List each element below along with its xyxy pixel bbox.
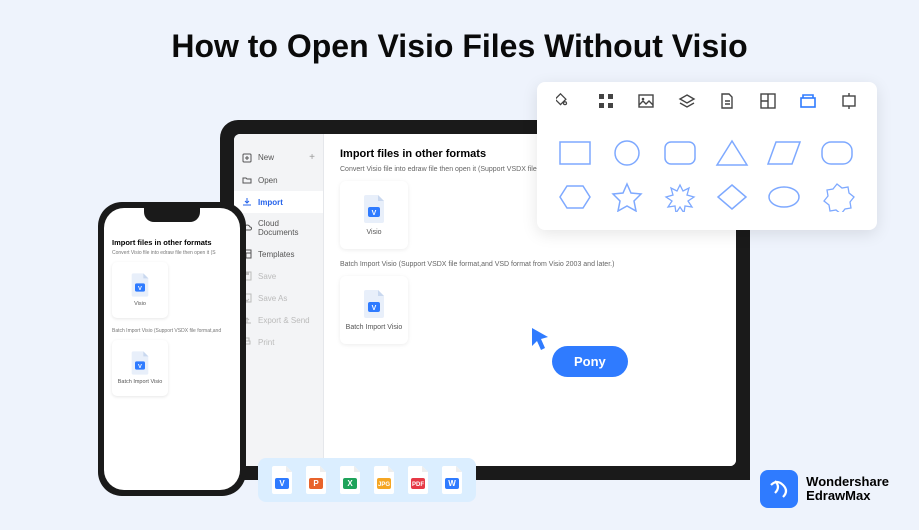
format-pdf[interactable]: PDF (406, 466, 430, 494)
batch-visio-card[interactable]: V Batch Import Visio (340, 276, 408, 344)
shape-hexagon[interactable] (557, 182, 593, 212)
sidebar-item-import[interactable]: Import (234, 191, 323, 213)
folder-icon (242, 175, 252, 185)
visio-file-icon: V (130, 273, 150, 297)
sidebar-label: Save (258, 272, 276, 281)
phone-card-label-1: Visio (134, 301, 146, 307)
phone-screen: Import files in other formats Convert Vi… (104, 208, 240, 490)
visio-card-label: Visio (366, 229, 381, 236)
sidebar-item-save-as[interactable]: Save As (234, 287, 323, 309)
shape-diamond[interactable] (714, 182, 750, 212)
phone-batch-card[interactable]: V Batch Import Visio (112, 340, 168, 396)
sidebar-label: Cloud Documents (258, 219, 315, 237)
shape-burst[interactable] (662, 182, 698, 212)
brand-text: Wondershare EdrawMax (806, 475, 889, 504)
phone-heading: Import files in other formats (112, 238, 232, 247)
sidebar-label: Save As (258, 294, 287, 303)
sidebar-item-cloud-documents[interactable]: Cloud Documents (234, 213, 323, 243)
shape-rect[interactable] (557, 138, 593, 168)
shape-star[interactable] (609, 182, 645, 212)
svg-text:PDF: PDF (412, 482, 424, 488)
page-title: How to Open Visio Files Without Visio (0, 0, 919, 65)
svg-text:P: P (313, 479, 319, 488)
sidebar-label: Import (258, 198, 283, 207)
sidebar-item-open[interactable]: Open (234, 169, 323, 191)
shape-grid (537, 124, 877, 230)
shape-roundrect2[interactable] (819, 138, 855, 168)
cursor-icon (530, 326, 552, 352)
shape-toolbar (537, 82, 877, 120)
sidebar-item-new[interactable]: New + (234, 146, 323, 169)
shape-triangle[interactable] (714, 138, 750, 168)
shape-panel (537, 82, 877, 230)
svg-text:X: X (347, 479, 353, 488)
shape-ellipse[interactable] (766, 182, 802, 212)
sidebar-item-save[interactable]: Save (234, 265, 323, 287)
format-jpg[interactable]: JPG (372, 466, 396, 494)
shape-roundrect[interactable] (662, 138, 698, 168)
shapes-icon[interactable] (799, 92, 817, 110)
visio-file-icon: V (362, 195, 386, 223)
layers-icon[interactable] (678, 92, 696, 110)
crop-icon[interactable] (840, 92, 858, 110)
plus-icon[interactable]: + (309, 152, 315, 163)
svg-text:V: V (138, 364, 142, 370)
phone-frame: Import files in other formats Convert Vi… (98, 202, 246, 496)
svg-text:V: V (372, 305, 377, 312)
brand-line-2: EdrawMax (806, 489, 889, 503)
grid-icon[interactable] (597, 92, 615, 110)
brand-block: Wondershare EdrawMax (760, 470, 889, 508)
brand-logo-icon (760, 470, 798, 508)
svg-text:V: V (372, 210, 377, 217)
sidebar-item-export-&-send[interactable]: Export & Send (234, 309, 323, 331)
format-v[interactable]: V (270, 466, 294, 494)
sidebar-item-templates[interactable]: Templates (234, 243, 323, 265)
page-icon[interactable] (718, 92, 736, 110)
batch-card-label: Batch Import Visio (346, 324, 403, 331)
phone-card-label-2: Batch Import Visio (118, 379, 163, 385)
phone-desc-2: Batch Import Visio (Support VSDX file fo… (112, 328, 232, 334)
phone-desc-1: Convert Visio file into edraw file then … (112, 250, 232, 256)
shape-parallelogram[interactable] (766, 138, 802, 168)
phone-notch (144, 208, 200, 222)
layout-icon[interactable] (759, 92, 777, 110)
sidebar-label: Print (258, 338, 274, 347)
svg-text:V: V (138, 286, 142, 292)
visio-file-icon: V (130, 351, 150, 375)
download-icon (242, 197, 252, 207)
plus-square-icon (242, 153, 252, 163)
brand-line-1: Wondershare (806, 475, 889, 489)
shape-seal[interactable] (819, 182, 855, 212)
format-x[interactable]: X (338, 466, 362, 494)
format-p[interactable]: P (304, 466, 328, 494)
shape-circle[interactable] (609, 138, 645, 168)
sidebar-label: New (258, 153, 274, 162)
visio-card[interactable]: V Visio (340, 181, 408, 249)
svg-text:W: W (448, 479, 456, 488)
svg-text:V: V (279, 479, 285, 488)
sidebar-label: Open (258, 176, 278, 185)
format-w[interactable]: W (440, 466, 464, 494)
app-sidebar: New + Open Import Cloud Documents Templates Sa… (234, 134, 324, 466)
pony-button[interactable]: Pony (552, 346, 628, 377)
fill-icon[interactable] (556, 92, 574, 110)
sidebar-label: Export & Send (258, 316, 310, 325)
sidebar-item-print[interactable]: Print (234, 331, 323, 353)
visio-file-icon: V (362, 290, 386, 318)
format-bar: V P X JPG PDF W (258, 458, 476, 502)
svg-text:JPG: JPG (378, 482, 390, 488)
sidebar-label: Templates (258, 250, 294, 259)
image-icon[interactable] (637, 92, 655, 110)
phone-visio-card[interactable]: V Visio (112, 262, 168, 318)
import-desc-2: Batch Import Visio (Support VSDX file fo… (340, 261, 720, 268)
